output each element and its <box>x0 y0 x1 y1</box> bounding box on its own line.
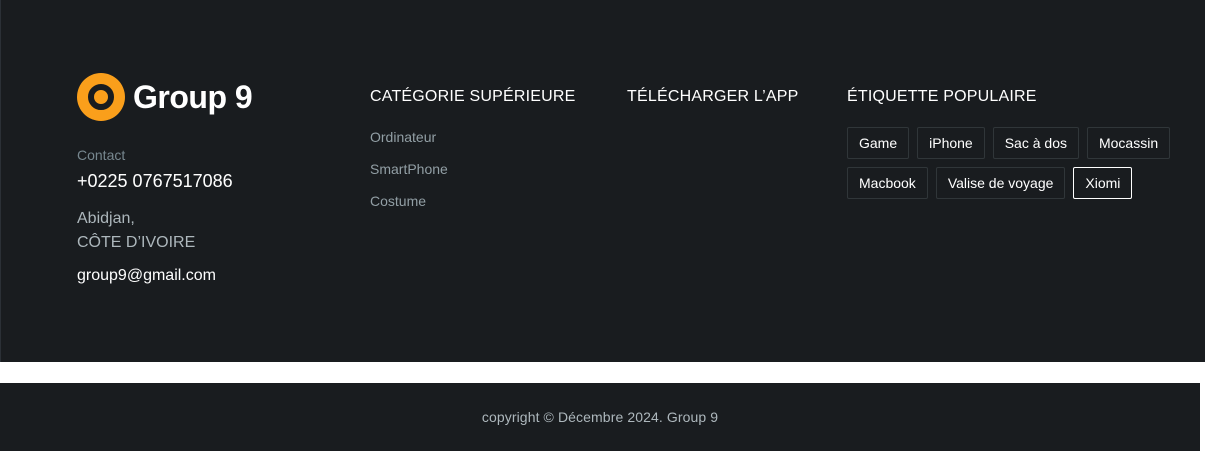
tag-iphone[interactable]: iPhone <box>917 127 985 159</box>
brand-name: Group 9 <box>133 79 253 115</box>
category-link-ordinateur[interactable]: Ordinateur <box>370 128 448 160</box>
contact-email[interactable]: group9@gmail.com <box>77 267 216 285</box>
contact-label: Contact <box>77 147 126 163</box>
popular-tags-heading: ÉTIQUETTE POPULAIRE <box>847 88 1037 105</box>
footer-main: Group 9 Contact +0225 0767517086 Abidjan… <box>0 0 1205 362</box>
tag-valise-de-voyage[interactable]: Valise de voyage <box>935 167 1066 199</box>
categories-heading: CATÉGORIE SUPÉRIEURE <box>370 88 576 105</box>
category-link-costume[interactable]: Costume <box>370 192 448 224</box>
tag-mocassin[interactable]: Mocassin <box>1086 127 1171 159</box>
address-country: CÔTE D’IVOIRE <box>77 234 196 251</box>
tag-xiomi[interactable]: Xiomi <box>1073 167 1133 199</box>
brand-logo[interactable]: Group 9 <box>77 73 253 121</box>
categories-list: Ordinateur SmartPhone Costume <box>370 128 448 224</box>
app-download-heading: TÉLÉCHARGER L’APP <box>627 88 799 105</box>
tag-macbook[interactable]: Macbook <box>847 167 928 199</box>
contact-address: Abidjan, CÔTE D’IVOIRE <box>77 207 195 255</box>
address-city: Abidjan, <box>77 210 135 227</box>
tag-game[interactable]: Game <box>847 127 910 159</box>
contact-phone: +0225 0767517086 <box>77 171 233 191</box>
ring-logo-icon <box>77 73 125 121</box>
footer-bottom-bar: copyright © Décembre 2024. Group 9 <box>0 383 1200 451</box>
tag-sac-a-dos[interactable]: Sac à dos <box>992 127 1079 159</box>
popular-tags-list: Game iPhone Sac à dos Mocassin Macbook V… <box>847 127 1187 199</box>
copyright-text: copyright © Décembre 2024. Group 9 <box>481 409 719 425</box>
category-link-smartphone[interactable]: SmartPhone <box>370 160 448 192</box>
